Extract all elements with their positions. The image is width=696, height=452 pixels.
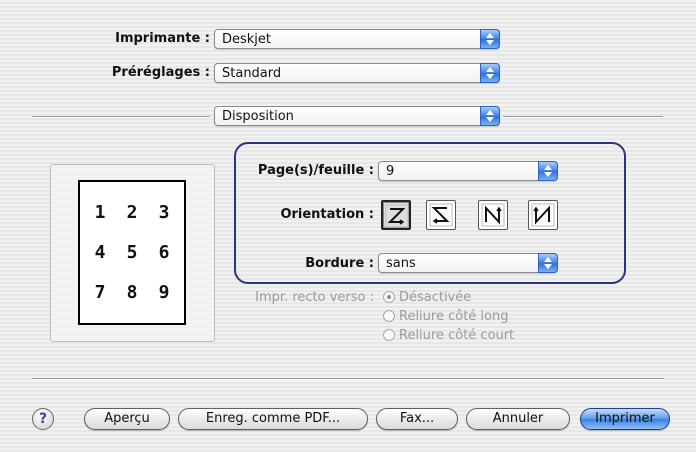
pages-per-sheet-popup[interactable]: 9 — [378, 161, 558, 181]
duplex-option-label: Reliure côté long — [399, 309, 509, 324]
duplex-option-off[interactable]: Désactivée — [383, 290, 471, 305]
orientation-reverse-z-icon — [429, 203, 453, 227]
orientation-n-button[interactable] — [478, 200, 508, 230]
orientation-reverse-n-icon — [531, 203, 555, 227]
preview-button[interactable]: Aperçu — [84, 408, 170, 430]
duplex-label: Impr. recto verso : — [255, 290, 374, 305]
border-value: sans — [386, 256, 416, 271]
preview-number: 5 — [126, 241, 138, 263]
duplex-option-label: Reliure côté court — [399, 328, 515, 343]
orientation-n-icon — [481, 203, 505, 227]
border-popup[interactable]: sans — [378, 253, 558, 273]
preview-number: 4 — [94, 241, 106, 263]
orientation-reverse-z-button[interactable] — [426, 200, 456, 230]
preview-number: 8 — [126, 282, 138, 304]
popup-arrows-icon — [480, 63, 500, 83]
printer-popup[interactable]: Deskjet — [214, 29, 500, 49]
presets-popup[interactable]: Standard — [214, 63, 500, 83]
printer-label: Imprimante : — [115, 31, 210, 46]
cancel-button[interactable]: Annuler — [466, 408, 570, 430]
popup-arrows-icon — [538, 161, 558, 181]
preview-number: 3 — [158, 201, 170, 223]
orientation-reverse-n-button[interactable] — [528, 200, 558, 230]
preview-number: 6 — [158, 241, 170, 263]
popup-arrows-icon — [480, 106, 500, 126]
separator-right — [503, 116, 663, 118]
pages-per-sheet-label: Page(s)/feuille : — [257, 163, 374, 178]
printer-value: Deskjet — [222, 32, 272, 47]
orientation-label: Orientation : — [280, 207, 374, 222]
orientation-z-button[interactable] — [381, 200, 411, 230]
preview-number: 2 — [126, 201, 138, 223]
preview-number: 1 — [94, 201, 106, 223]
presets-label: Préréglages : — [111, 65, 210, 80]
presets-value: Standard — [222, 66, 282, 81]
save-as-pdf-button[interactable]: Enreg. comme PDF... — [178, 408, 368, 430]
separator-left — [32, 116, 210, 118]
panel-popup[interactable]: Disposition — [214, 106, 500, 126]
duplex-option-short-edge[interactable]: Reliure côté court — [383, 328, 514, 343]
radio-selected-icon — [383, 291, 395, 303]
border-label: Bordure : — [305, 256, 374, 271]
preview-number: 7 — [94, 282, 106, 304]
pages-per-sheet-value: 9 — [386, 164, 395, 179]
preview-number: 9 — [158, 282, 170, 304]
popup-arrows-icon — [480, 29, 500, 49]
duplex-option-long-edge[interactable]: Reliure côté long — [383, 309, 508, 324]
fax-button[interactable]: Fax... — [376, 408, 458, 430]
orientation-z-icon — [385, 204, 409, 228]
panel-value: Disposition — [222, 109, 294, 124]
popup-arrows-icon — [538, 253, 558, 273]
preview-page: 1 2 3 4 5 6 7 8 9 — [78, 180, 186, 325]
radio-icon — [383, 329, 395, 341]
duplex-option-label: Désactivée — [399, 290, 472, 305]
separator-bottom — [32, 378, 664, 380]
print-button[interactable]: Imprimer — [580, 408, 670, 430]
help-button[interactable]: ? — [32, 408, 54, 430]
radio-icon — [383, 310, 395, 322]
